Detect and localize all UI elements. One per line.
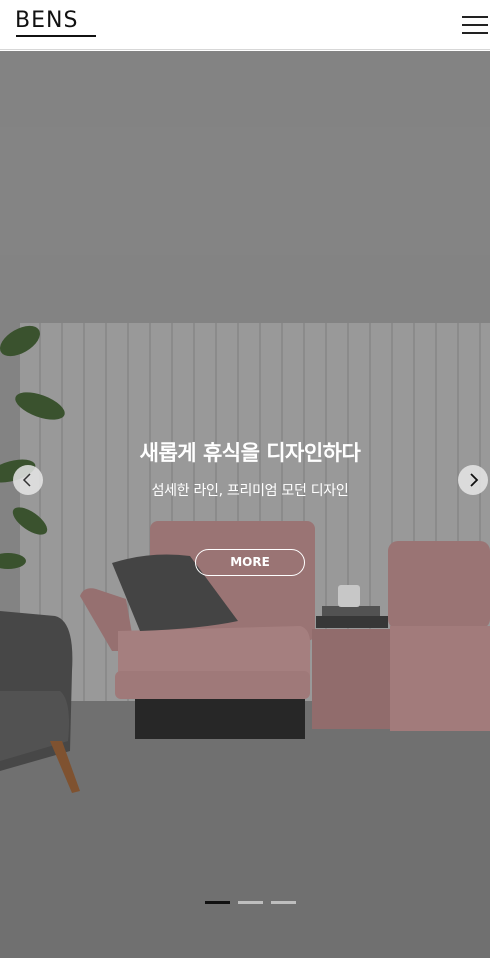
pagination-dot-2[interactable] [238,901,263,904]
logo-underline [16,35,96,37]
pagination-dot-3[interactable] [271,901,296,904]
site-header: BENS [0,0,490,50]
logo-text: BENS [15,8,79,33]
hero-overlay [0,51,490,958]
more-button[interactable]: MORE [195,549,305,576]
chevron-left-icon[interactable] [13,465,43,495]
pagination-dot-1[interactable] [205,901,230,904]
menu-bar [462,32,488,34]
menu-bar [462,24,488,26]
bens-logo[interactable]: BENS [15,10,97,38]
hero-title: 새롭게 휴식을 디자인하다 [139,441,361,465]
hamburger-menu-icon[interactable] [462,15,488,35]
chevron-right-icon[interactable] [458,465,488,495]
slider-pagination [205,901,300,907]
hero-subtitle: 섬세한 라인, 프리미엄 모던 디자인 [151,483,349,499]
hero-slider: 새롭게 휴식을 디자인하다 섬세한 라인, 프리미엄 모던 디자인 MORE [0,51,490,958]
menu-bar [462,16,488,18]
